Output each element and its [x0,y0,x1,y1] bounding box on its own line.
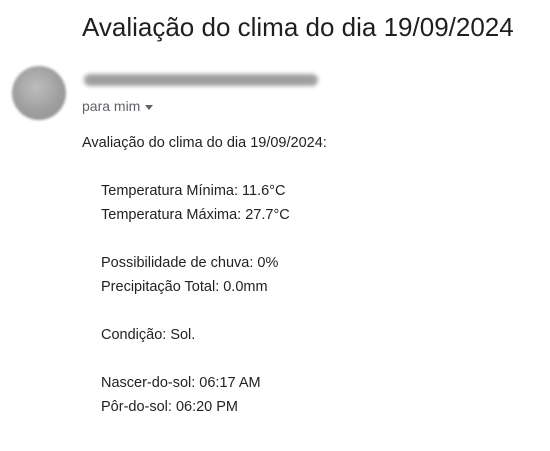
email-subject: Avaliação do clima do dia 19/09/2024 [82,12,514,42]
weather-condition: Condição: Sol. [101,327,196,343]
recipient-label: para mim [82,98,141,114]
recipient-details-toggle[interactable]: para mim [82,96,154,116]
precipitation-total: Precipitação Total: 0.0mm [101,279,268,295]
temperature-max: Temperatura Máxima: 27.7°C [101,207,290,223]
chevron-down-icon[interactable] [145,104,154,110]
email-body: Avaliação do clima do dia 19/09/2024: Te… [82,133,327,421]
rain-chance: Possibilidade de chuva: 0% [101,255,279,271]
temperature-min: Temperatura Mínima: 11.6°C [101,183,286,199]
sunrise-time: Nascer-do-sol: 06:17 AM [101,375,261,391]
body-intro: Avaliação do clima do dia 19/09/2024: [82,135,327,151]
sunset-time: Pôr-do-sol: 06:20 PM [101,399,239,415]
sender-name-redacted[interactable] [84,74,318,86]
sender-avatar[interactable] [12,66,66,120]
